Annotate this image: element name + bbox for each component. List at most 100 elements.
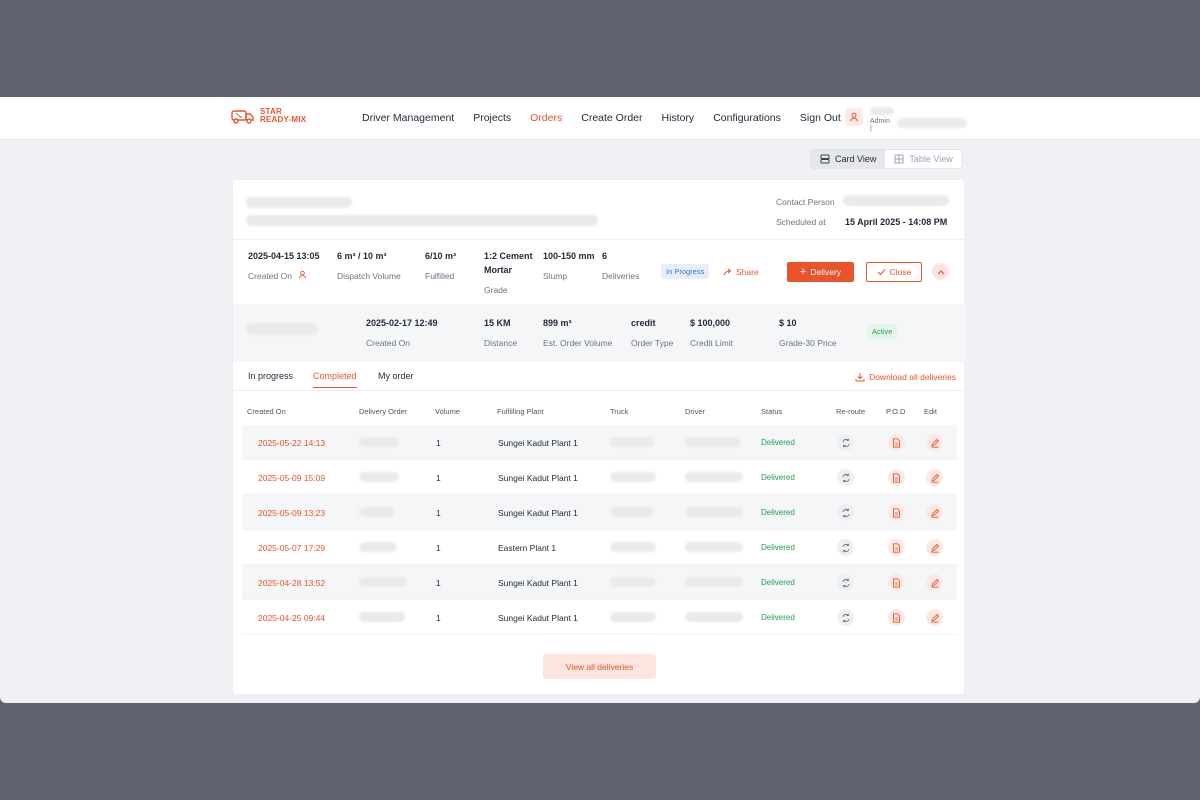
delivery-order-redacted — [359, 577, 407, 587]
reroute-button[interactable] — [837, 539, 854, 556]
th-delivery-order: Delivery Order — [359, 407, 408, 416]
delivery-order-redacted — [359, 437, 399, 447]
order-type-value: credit — [631, 318, 656, 328]
slump-label: Slump — [543, 271, 568, 281]
nav-history[interactable]: History — [662, 112, 695, 124]
row-fulfilling-plant: Sungei Kadut Plant 1 — [498, 473, 578, 483]
row-created-on[interactable]: 2025-05-09 15:09 — [258, 473, 325, 483]
pod-button[interactable] — [888, 609, 905, 626]
share-button[interactable]: Share — [723, 267, 759, 277]
row-created-on[interactable]: 2025-05-07 17:29 — [258, 543, 325, 553]
contact-person-label: Contact Person — [776, 197, 835, 207]
nav-sign-out[interactable]: Sign Out — [800, 112, 841, 124]
dispatch-volume-value: 6 m³ / 10 m³ — [337, 251, 387, 261]
contact-person-redacted — [843, 195, 949, 206]
pod-button[interactable] — [888, 574, 905, 591]
top-navbar: STAR READY-MIX Driver Management Project… — [0, 97, 1200, 140]
table-view-icon — [894, 154, 904, 164]
reroute-button[interactable] — [837, 434, 854, 451]
th-status: Status — [761, 407, 783, 416]
credit-limit-label: Credit Limit — [690, 338, 733, 348]
row-created-on[interactable]: 2025-05-09 13:23 — [258, 508, 325, 518]
table-row[interactable]: 2025-05-07 17:29 1 Eastern Plant 1 Delivere… — [242, 530, 957, 565]
pencil-icon — [930, 613, 939, 623]
reroute-button[interactable] — [837, 504, 854, 521]
pod-button[interactable] — [888, 504, 905, 521]
edit-button[interactable] — [926, 574, 943, 591]
deliveries-value: 6 — [602, 251, 608, 261]
truck-redacted — [610, 577, 656, 587]
row-status: Delivered — [761, 438, 795, 447]
user-icon — [850, 112, 858, 122]
close-order-button[interactable]: Close — [866, 262, 922, 282]
view-all-deliveries-button[interactable]: View all deliveries — [543, 654, 656, 679]
edit-button[interactable] — [926, 504, 943, 521]
th-truck: Truck — [610, 407, 629, 416]
project-name-redacted — [246, 197, 352, 208]
order-card: Contact Person Scheduled at 15 April 202… — [232, 179, 966, 695]
nav-driver-management[interactable]: Driver Management — [362, 112, 454, 124]
edit-button[interactable] — [926, 609, 943, 626]
tab-completed[interactable]: Completed — [313, 371, 357, 388]
row-fulfilling-plant: Eastern Plant 1 — [498, 543, 557, 553]
user-menu[interactable]: Admin | — [845, 107, 967, 132]
pod-button[interactable] — [888, 469, 905, 486]
row-fulfilling-plant: Sungei Kadut Plant 1 — [498, 508, 578, 518]
collapse-button[interactable] — [932, 263, 949, 280]
est-volume-label: Est. Order Volume — [543, 338, 613, 348]
nav-orders[interactable]: Orders — [530, 112, 562, 124]
reroute-button[interactable] — [837, 574, 854, 591]
scheduled-label: Scheduled at — [776, 217, 826, 227]
user-email-redacted — [897, 118, 967, 128]
reroute-icon — [842, 438, 849, 447]
table-view-button[interactable]: Table View — [885, 150, 961, 168]
card-view-button[interactable]: Card View — [811, 150, 886, 168]
plus-icon: + — [799, 266, 807, 278]
row-volume: 1 — [436, 438, 441, 448]
brand-logo[interactable]: STAR READY-MIX — [231, 108, 306, 124]
row-fulfilling-plant: Sungei Kadut Plant 1 — [498, 578, 578, 588]
truck-redacted — [610, 437, 654, 447]
order-created-value: 2025-04-15 13:05 — [248, 251, 320, 261]
user-icon — [298, 270, 307, 279]
add-delivery-button[interactable]: + Delivery — [787, 262, 854, 282]
tab-in-progress[interactable]: In progress — [248, 371, 293, 387]
table-row[interactable]: 2025-05-22 14:13 1 Sungei Kadut Plant 1 Del… — [242, 425, 957, 460]
reroute-button[interactable] — [837, 469, 854, 486]
edit-button[interactable] — [926, 469, 943, 486]
download-all-button[interactable]: Download all deliveries — [855, 372, 956, 382]
grade-price-value: $ 10 — [779, 318, 797, 328]
document-icon — [893, 577, 900, 588]
nav-projects[interactable]: Projects — [473, 112, 511, 124]
driver-redacted — [685, 542, 743, 552]
row-created-on[interactable]: 2025-05-22 14:13 — [258, 438, 325, 448]
distance-label: Distance — [484, 338, 518, 348]
tab-my-order[interactable]: My order — [378, 371, 414, 387]
row-fulfilling-plant: Sungei Kadut Plant 1 — [498, 438, 578, 448]
row-created-on[interactable]: 2025-04-25 09:44 — [258, 613, 325, 623]
document-icon — [893, 437, 900, 448]
pod-button[interactable] — [888, 539, 905, 556]
table-row[interactable]: 2025-04-25 09:44 1 Sungei Kadut Plant 1 Del… — [242, 600, 957, 635]
view-toggle: Card View Table View — [810, 149, 963, 169]
table-row[interactable]: 2025-04-28 13:52 1 Sungei Kadut Plant 1 Del… — [242, 565, 957, 600]
reroute-button[interactable] — [837, 609, 854, 626]
check-icon — [877, 269, 886, 276]
nav-configurations[interactable]: Configurations — [713, 112, 781, 124]
table-row[interactable]: 2025-05-09 13:23 1 Sungei Kadut Plant 1 Del… — [242, 495, 957, 530]
share-label: Share — [736, 267, 759, 277]
document-icon — [893, 612, 900, 623]
grade-price-label: Grade-30 Price — [779, 338, 837, 348]
pod-button[interactable] — [888, 434, 905, 451]
edit-button[interactable] — [926, 434, 943, 451]
project-created-value: 2025-02-17 12:49 — [366, 318, 438, 328]
row-created-on[interactable]: 2025-04-28 13:52 — [258, 578, 325, 588]
deliveries-tabs: In progress Completed My order Download … — [233, 362, 966, 391]
avatar — [845, 108, 863, 126]
row-volume: 1 — [436, 578, 441, 588]
edit-button[interactable] — [926, 539, 943, 556]
order-header: Contact Person Scheduled at 15 April 202… — [233, 180, 966, 240]
table-row[interactable]: 2025-05-09 15:09 1 Sungei Kadut Plant 1 Del… — [242, 460, 957, 495]
nav-create-order[interactable]: Create Order — [581, 112, 642, 124]
reroute-icon — [842, 578, 849, 587]
